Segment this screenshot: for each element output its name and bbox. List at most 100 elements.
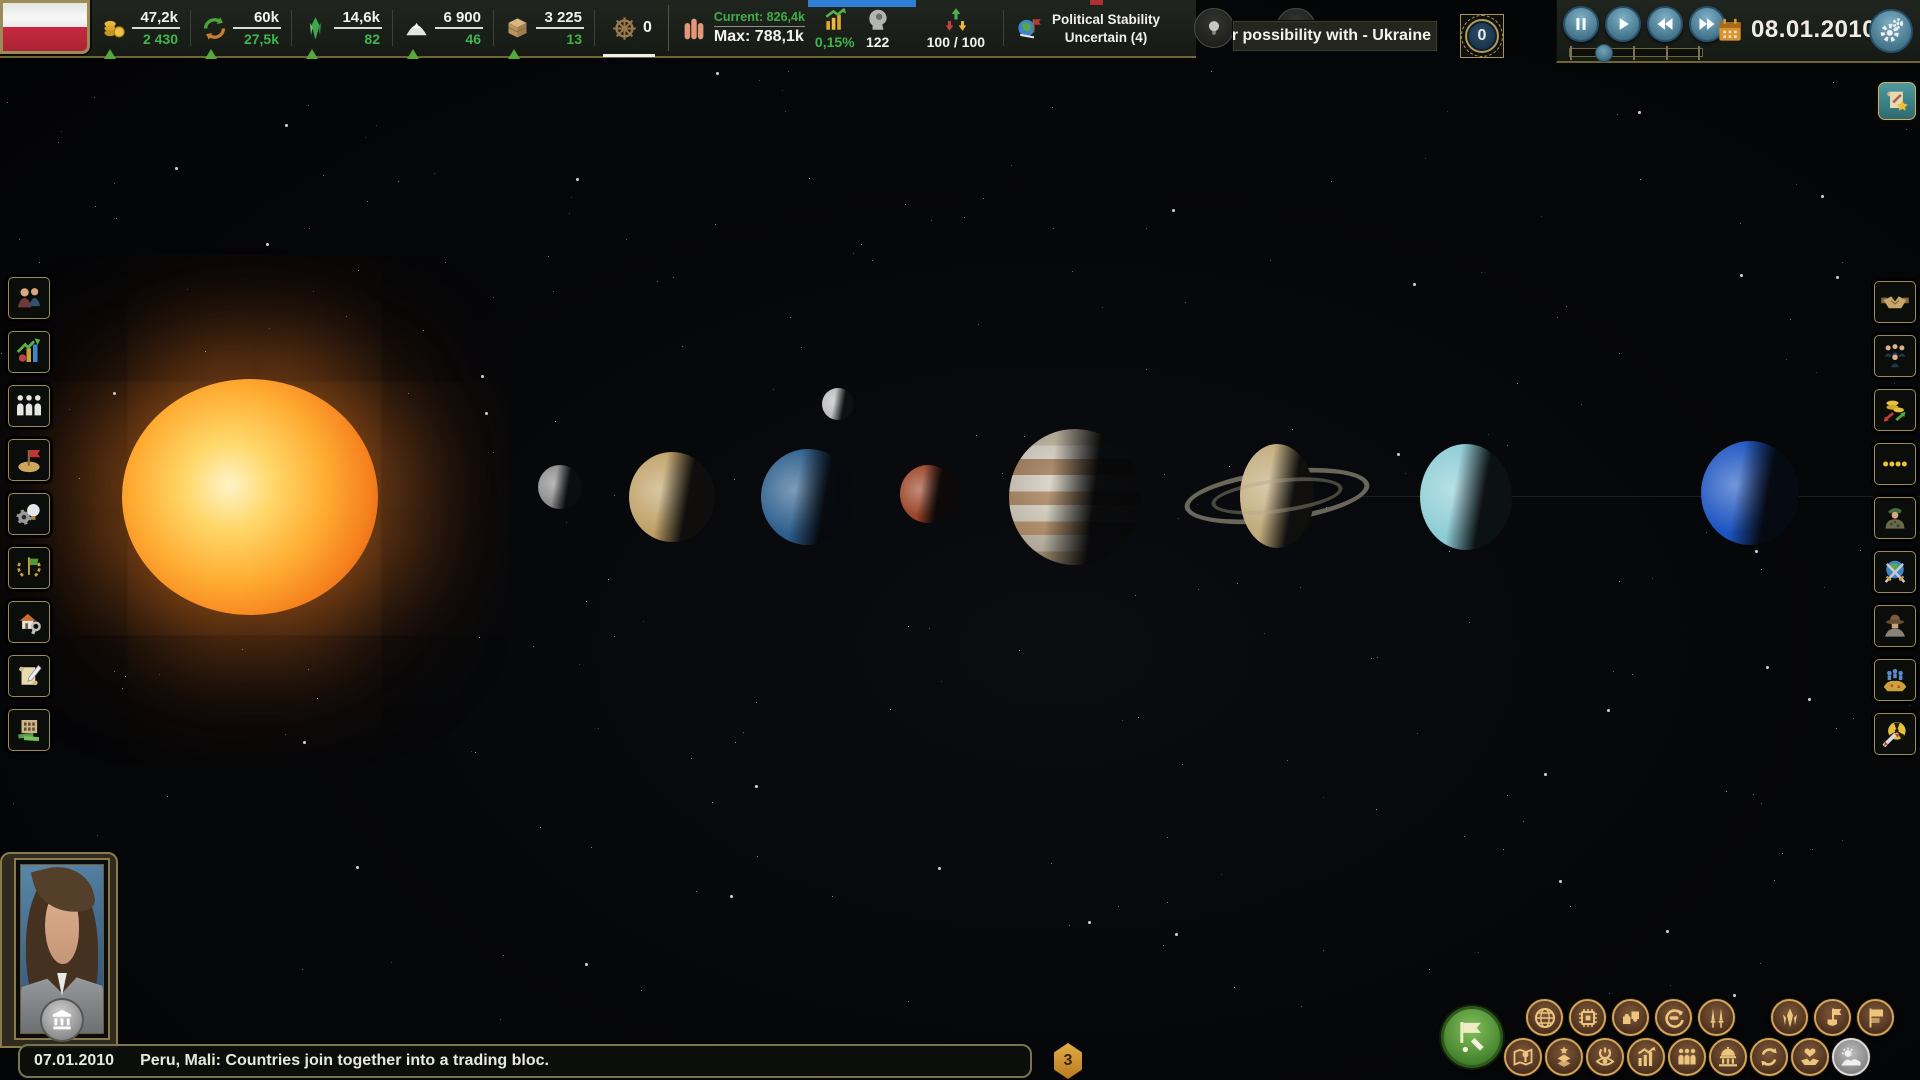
- sidebar-left-population[interactable]: [8, 385, 50, 427]
- alert-counter-value: 0: [1465, 19, 1499, 53]
- resource-recycling[interactable]: 60k 27,5k: [201, 9, 281, 47]
- trend-up-icon: [508, 49, 520, 59]
- resource-money[interactable]: 47,2k 2 430: [100, 9, 180, 47]
- resource-navy[interactable]: 0: [605, 15, 658, 42]
- mapmode-people-group[interactable]: [1668, 1038, 1706, 1076]
- divider: [1003, 10, 1004, 46]
- sidebar-left-construction[interactable]: [8, 601, 50, 643]
- rewind-icon: [1655, 14, 1675, 34]
- slider-tick: [1698, 46, 1700, 60]
- planet-saturn: [1184, 439, 1370, 553]
- sidebar-left-ministers[interactable]: [8, 277, 50, 319]
- supply-crate-icon: [504, 15, 531, 42]
- sidebar-right-diplomacy-handshake[interactable]: [1874, 281, 1916, 323]
- gear-icon: [1876, 16, 1906, 46]
- mapmode-globe-grid[interactable]: [1526, 999, 1563, 1036]
- divider: [493, 10, 494, 46]
- research-points-group[interactable]: 122: [865, 7, 891, 50]
- resource-value: 6 900: [435, 9, 483, 29]
- resource-change: 13: [564, 29, 584, 47]
- navy-value: 0: [643, 19, 652, 37]
- left-sidebar: [8, 277, 50, 751]
- sidebar-right-nuclear-missile[interactable]: [1874, 713, 1916, 755]
- sidebar-right-espionage-spy[interactable]: [1874, 605, 1916, 647]
- calendar-icon: [1714, 14, 1746, 46]
- coins-icon: [100, 15, 127, 42]
- sidebar-right-delegates[interactable]: [1874, 335, 1916, 377]
- planet-uranus: [1420, 444, 1512, 550]
- planet-moon: [822, 388, 854, 420]
- government-bank-badge[interactable]: [40, 998, 84, 1042]
- mapmode-rank-chevrons[interactable]: [1545, 1038, 1583, 1076]
- sidebar-right-war-globe[interactable]: [1874, 551, 1916, 593]
- sidebar-left-claim-flag[interactable]: [8, 439, 50, 481]
- objectives-button[interactable]: [1878, 82, 1916, 120]
- mapmode-flag-brush-button[interactable]: [1441, 1006, 1503, 1068]
- growth-group[interactable]: 0,15%: [815, 7, 855, 50]
- mapmode-puzzle-pieces[interactable]: [1612, 999, 1649, 1036]
- sidebar-left-laws-scroll[interactable]: [8, 655, 50, 697]
- research-points-value: 122: [866, 34, 889, 50]
- top-resource-bar: 47,2k 2 430 60k 27,5k 14,6k 82 6 900 46: [0, 0, 1196, 58]
- trend-up-icon: [306, 49, 318, 59]
- divider: [190, 10, 191, 46]
- planet-venus: [629, 452, 715, 542]
- country-flag-poland[interactable]: [0, 0, 90, 54]
- sidebar-left-laurel-flag[interactable]: [8, 547, 50, 589]
- political-stability-group[interactable]: Political Stability Uncertain (4): [1014, 12, 1160, 45]
- sidebar-right-trade-coins[interactable]: [1874, 389, 1916, 431]
- mapmode-banner-flag[interactable]: [1857, 999, 1894, 1036]
- planet-neptune: [1701, 441, 1799, 545]
- sidebar-right-army-soldier[interactable]: [1874, 497, 1916, 539]
- pause-button[interactable]: [1563, 6, 1599, 42]
- mapmode-hand-flag[interactable]: [1814, 999, 1851, 1036]
- action-points-value: 100 / 100: [927, 34, 985, 50]
- resource-energy[interactable]: 14,6k 82: [302, 9, 382, 47]
- trend-up-icon: [205, 49, 217, 59]
- sidebar-left-research-idea[interactable]: [8, 493, 50, 535]
- right-sidebar: [1874, 281, 1916, 755]
- speed-slider-handle[interactable]: [1595, 44, 1613, 62]
- up-down-arrows-icon: [943, 7, 969, 33]
- mapmode-chart-growth[interactable]: [1627, 1038, 1665, 1076]
- war-possibility-tooltip: r possibility with - Ukraine: [1232, 20, 1438, 52]
- sidebar-right-more-dots[interactable]: [1874, 443, 1916, 485]
- mapmode-trade-ring[interactable]: [1655, 999, 1692, 1036]
- sidebar-left-treasury[interactable]: [8, 709, 50, 751]
- ticker-message: Peru, Mali: Countries join together into…: [140, 1052, 549, 1070]
- resource-change: 82: [362, 29, 382, 47]
- news-ticker[interactable]: 07.01.2010 Peru, Mali: Countries join to…: [18, 1044, 1032, 1078]
- alert-counter-badge[interactable]: 0: [1460, 14, 1504, 58]
- resource-raw-materials[interactable]: 6 900 46: [403, 9, 483, 47]
- mapmode-minerals[interactable]: [1771, 999, 1808, 1036]
- mapmode-exchange-arrows[interactable]: [1750, 1038, 1788, 1076]
- time-control-panel: 08.01.2010: [1556, 0, 1920, 63]
- game-speed-slider[interactable]: [1569, 48, 1703, 57]
- growth-value: 0,15%: [815, 34, 855, 50]
- sidebar-left-economy-stats[interactable]: [8, 331, 50, 373]
- mapmode-capitol-dome[interactable]: [1709, 1038, 1747, 1076]
- mapmode-handshake-heart[interactable]: [1791, 1038, 1829, 1076]
- pause-icon: [1571, 14, 1591, 34]
- head-silhouette-icon: [865, 7, 891, 33]
- settings-button[interactable]: [1869, 9, 1913, 53]
- play-button[interactable]: [1605, 6, 1641, 42]
- mapmode-map-location[interactable]: [1504, 1038, 1542, 1076]
- planet-mercury: [538, 465, 582, 509]
- manpower-group[interactable]: Current: 826,4k Max: 788,1k: [679, 10, 805, 46]
- idea-lightbulb-button[interactable]: [1194, 8, 1234, 48]
- mapmode-cpu-chip[interactable]: [1569, 999, 1606, 1036]
- mapmode-twin-swords[interactable]: [1698, 999, 1735, 1036]
- sidebar-right-deployed-units[interactable]: [1874, 659, 1916, 701]
- play-icon: [1613, 14, 1633, 34]
- recycle-arrows-icon: [201, 15, 228, 42]
- rewind-button[interactable]: [1647, 6, 1683, 42]
- mapmode-weather[interactable]: [1832, 1038, 1870, 1076]
- solar-system-scene: [0, 0, 1920, 1080]
- lightbulb-icon: [1203, 17, 1225, 39]
- slider-tick: [1666, 46, 1668, 60]
- mapmode-eye-power[interactable]: [1586, 1038, 1624, 1076]
- resource-goods[interactable]: 3 225 13: [504, 9, 584, 47]
- divider: [594, 10, 595, 46]
- action-points-group[interactable]: 100 / 100: [927, 7, 985, 50]
